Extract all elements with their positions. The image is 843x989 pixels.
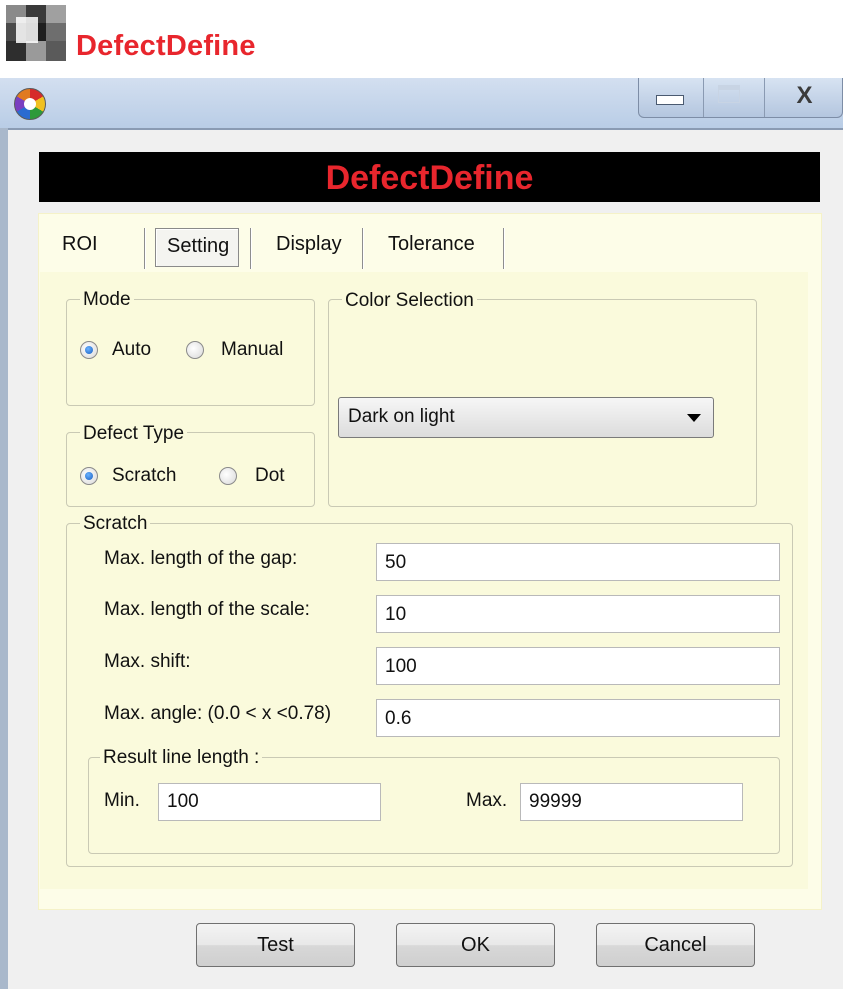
close-button[interactable]: X	[764, 78, 843, 117]
max-scale-label: Max. length of the scale:	[104, 599, 310, 620]
tab-divider	[250, 228, 252, 269]
header-banner: DefectDefine	[39, 152, 820, 202]
tab-display[interactable]: Display	[276, 233, 342, 256]
max-label: Max.	[466, 790, 508, 811]
tab-setting[interactable]: Setting	[167, 235, 229, 258]
mode-auto-radio[interactable]	[80, 341, 98, 359]
scratch-legend: Scratch	[80, 513, 151, 535]
max-angle-label: Max. angle: (0.0 < x <0.78)	[104, 703, 332, 724]
defect-type-scratch-radio[interactable]	[80, 467, 98, 485]
mode-manual-label[interactable]: Manual	[221, 339, 283, 361]
ok-button[interactable]: OK	[396, 923, 555, 967]
max-shift-input[interactable]: 100	[376, 647, 780, 685]
defect-type-dot-label[interactable]: Dot	[255, 465, 285, 487]
title-bar-divider	[8, 128, 843, 130]
max-gap-label: Max. length of the gap:	[104, 548, 298, 569]
cancel-button[interactable]: Cancel	[596, 923, 755, 967]
mode-legend: Mode	[80, 289, 134, 311]
mode-manual-radio[interactable]	[186, 341, 204, 359]
max-angle-input[interactable]: 0.6	[376, 699, 780, 737]
max-gap-input[interactable]: 50	[376, 543, 780, 581]
tab-tolerance[interactable]: Tolerance	[388, 233, 475, 256]
tab-divider	[503, 228, 505, 269]
defect-type-dot-radio[interactable]	[219, 467, 237, 485]
result-line-length-legend: Result line length :	[100, 747, 263, 769]
max-scale-input[interactable]: 10	[376, 595, 780, 633]
mode-auto-label[interactable]: Auto	[112, 339, 151, 361]
min-length-input[interactable]: 100	[158, 783, 381, 821]
defect-type-scratch-label[interactable]: Scratch	[112, 465, 176, 487]
app-icon[interactable]	[14, 88, 46, 120]
maximize-icon	[718, 85, 740, 103]
color-selection-legend: Color Selection	[342, 290, 477, 312]
max-length-input[interactable]: 99999	[520, 783, 743, 821]
color-selection-value: Dark on light	[348, 406, 455, 427]
minimize-icon	[656, 95, 684, 105]
tab-roi[interactable]: ROI	[62, 233, 98, 256]
max-shift-label: Max. shift:	[104, 651, 191, 672]
tab-divider	[362, 228, 364, 269]
document-title: DefectDefine	[76, 30, 256, 62]
min-label: Min.	[104, 790, 140, 811]
close-icon: X	[796, 82, 813, 109]
defect-type-legend: Defect Type	[80, 423, 188, 445]
tab-divider	[144, 228, 146, 269]
test-button[interactable]: Test	[196, 923, 355, 967]
chevron-down-icon	[687, 414, 701, 422]
defect-define-logo-icon	[6, 5, 66, 61]
